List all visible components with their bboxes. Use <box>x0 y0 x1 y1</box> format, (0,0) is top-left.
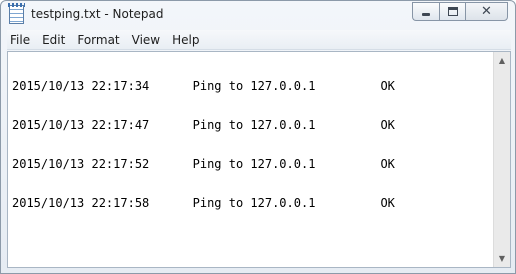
notepad-icon[interactable] <box>8 3 25 24</box>
menu-format[interactable]: Format <box>71 30 125 50</box>
close-icon: ✕ <box>481 4 492 19</box>
caption-buttons: ✕ <box>412 2 508 21</box>
text-line: 2015/10/13 22:17:47 Ping to 127.0.0.1 OK <box>12 118 395 132</box>
vertical-scrollbar[interactable]: ▲ ▼ <box>493 52 510 267</box>
text-line: 2015/10/13 22:17:34 Ping to 127.0.0.1 OK <box>12 79 395 93</box>
maximize-button[interactable] <box>439 2 465 21</box>
notepad-window: testping.txt - Notepad ✕ File Edit Forma… <box>0 0 516 274</box>
minimize-button[interactable] <box>412 2 439 21</box>
editor-content[interactable]: 2015/10/13 22:17:34 Ping to 127.0.0.1 OK… <box>12 54 490 264</box>
menu-view[interactable]: View <box>126 30 166 50</box>
maximize-icon <box>448 7 458 16</box>
text-editor[interactable]: 2015/10/13 22:17:34 Ping to 127.0.0.1 OK… <box>7 51 511 268</box>
title-bar[interactable]: testping.txt - Notepad ✕ <box>1 1 515 29</box>
minimize-icon <box>422 13 430 16</box>
menu-file[interactable]: File <box>7 30 36 50</box>
menu-edit[interactable]: Edit <box>36 30 71 50</box>
close-button[interactable]: ✕ <box>465 2 508 21</box>
window-title: testping.txt - Notepad <box>31 7 164 21</box>
scroll-up-icon[interactable]: ▲ <box>494 52 510 69</box>
text-line: 2015/10/13 22:17:58 Ping to 127.0.0.1 OK <box>12 196 395 210</box>
menu-help[interactable]: Help <box>166 30 205 50</box>
text-line: 2015/10/13 22:17:52 Ping to 127.0.0.1 OK <box>12 157 395 171</box>
scroll-down-icon[interactable]: ▼ <box>494 250 510 267</box>
menu-bar: File Edit Format View Help <box>7 30 511 50</box>
